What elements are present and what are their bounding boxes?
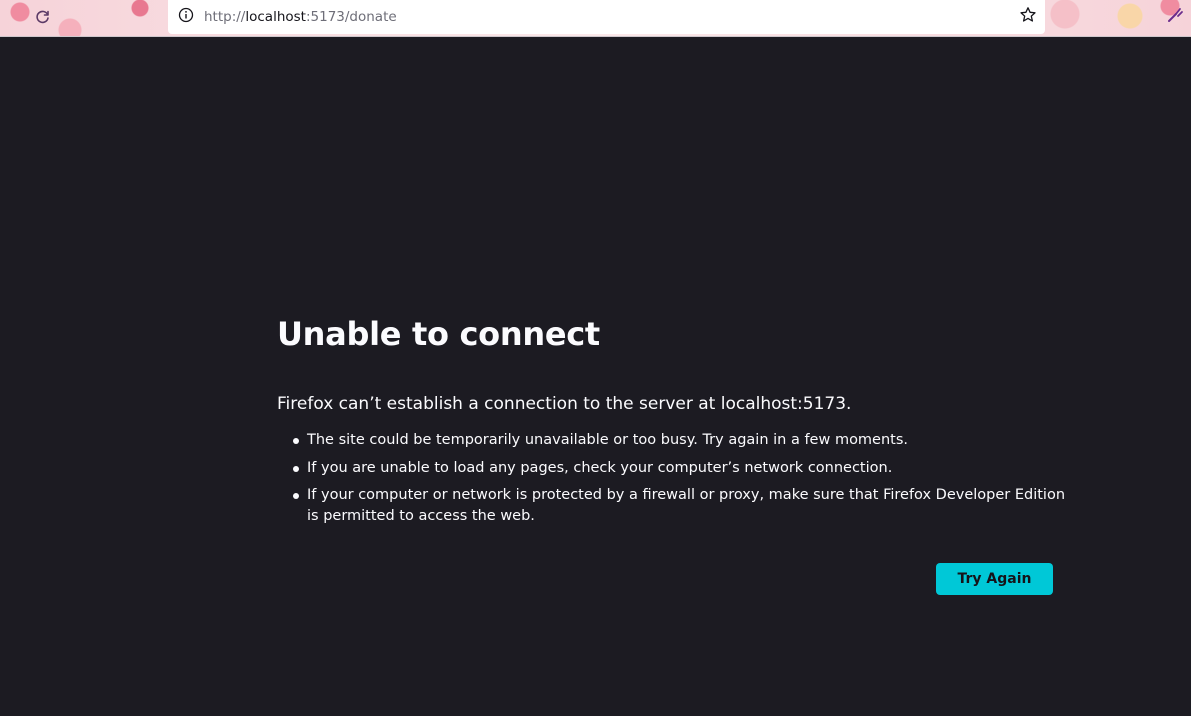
url-path: :5173/donate bbox=[305, 9, 397, 25]
list-item: The site could be temporarily unavailabl… bbox=[277, 430, 1067, 451]
url-scheme: http:// bbox=[204, 9, 246, 25]
error-reasons-list: The site could be temporarily unavailabl… bbox=[277, 430, 1067, 527]
error-description: Firefox can’t establish a connection to … bbox=[277, 394, 852, 414]
reload-button[interactable] bbox=[30, 5, 56, 31]
reason-text: If you are unable to load any pages, che… bbox=[307, 459, 893, 476]
star-icon bbox=[1019, 6, 1037, 28]
error-title: Unable to connect bbox=[277, 315, 600, 353]
bullet-icon bbox=[293, 493, 299, 499]
bullet-icon bbox=[293, 438, 299, 444]
bullet-icon bbox=[293, 465, 299, 472]
try-again-button[interactable]: Try Again bbox=[936, 563, 1053, 595]
reason-text: The site could be temporarily unavailabl… bbox=[307, 432, 909, 448]
list-item: If your computer or network is protected… bbox=[277, 485, 1067, 527]
bookmark-button[interactable] bbox=[1015, 4, 1041, 30]
url-host: localhost bbox=[245, 9, 306, 25]
url-bar[interactable]: http://localhost:5173/donate bbox=[168, 0, 1045, 34]
extension-icon bbox=[1166, 6, 1184, 28]
browser-toolbar: http://localhost:5173/donate bbox=[0, 0, 1191, 37]
extension-button[interactable] bbox=[1164, 6, 1186, 28]
site-info-button[interactable] bbox=[168, 0, 204, 34]
reason-text: If your computer or network is protected… bbox=[307, 487, 1066, 524]
url-text[interactable]: http://localhost:5173/donate bbox=[204, 9, 397, 25]
list-item: If you are unable to load any pages, che… bbox=[277, 458, 1067, 479]
reload-icon bbox=[35, 8, 51, 28]
info-icon bbox=[178, 7, 194, 27]
error-page: Unable to connect Firefox can’t establis… bbox=[277, 312, 1067, 595]
